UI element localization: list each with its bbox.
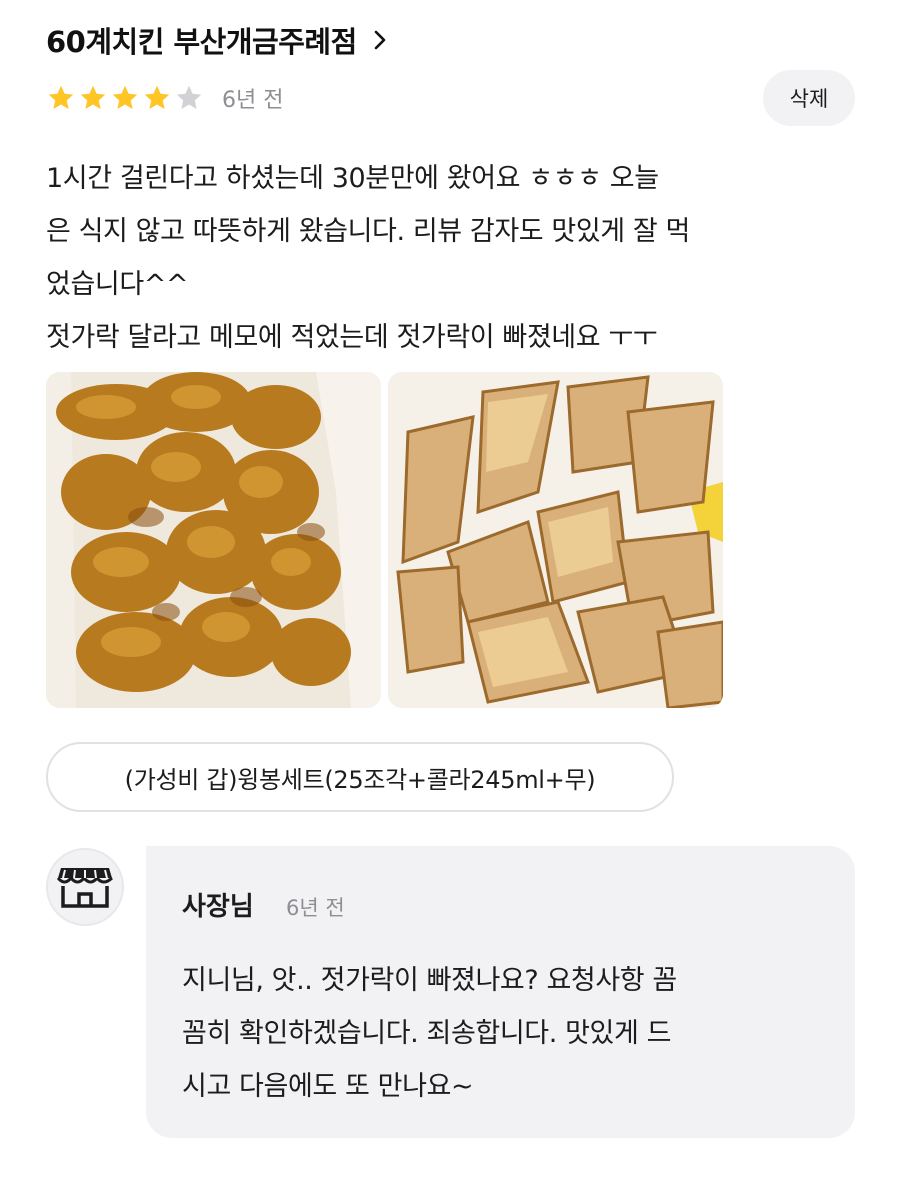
fried-chicken-photo[interactable] xyxy=(46,372,381,708)
owner-avatar xyxy=(46,848,124,926)
chevron-right-icon xyxy=(374,30,386,50)
storefront-icon xyxy=(57,868,113,908)
menu-item-chip[interactable]: (가성비 갑)윙봉세트(25조각+콜라245ml+무) xyxy=(46,742,674,812)
potato-wedges-photo[interactable] xyxy=(388,372,723,708)
review-text-line: 은 식지 않고 따뜻하게 왔습니다. 리뷰 감자도 맛있게 잘 먹 xyxy=(46,216,690,247)
review-text-line: 젓가락 달라고 메모에 적었는데 젓가락이 빠졌네요 ㅜㅜ xyxy=(46,322,658,353)
star-filled-icon xyxy=(80,85,106,109)
owner-reply-line: 시고 다음에도 또 만나요~ xyxy=(182,1071,474,1102)
review-text-line: 었습니다^^ xyxy=(46,269,189,300)
review-text-line: 1시간 걸린다고 하셨는데 30분만에 왔어요 ㅎㅎㅎ 오늘 xyxy=(46,163,659,194)
star-filled-icon xyxy=(112,85,138,109)
rating-row: 6년 전 xyxy=(46,80,283,116)
owner-reply-bubble: 사장님 6년 전 지니님, 앗.. 젓가락이 빠졌나요? 요청사항 꼼꼼히 확인… xyxy=(146,846,855,1138)
delete-button[interactable]: 삭제 xyxy=(763,70,855,126)
star-filled-icon xyxy=(48,85,74,109)
store-name: 60계치킨 부산개금주례점 xyxy=(46,25,357,59)
owner-reply-line: 지니님, 앗.. 젓가락이 빠졌나요? 요청사항 꼼 xyxy=(182,965,677,996)
review-text: 1시간 걸린다고 하셨는데 30분만에 왔어요 ㅎㅎㅎ 오늘은 식지 않고 따뜻… xyxy=(46,152,861,364)
star-filled-icon xyxy=(144,85,170,109)
owner-name: 사장님 xyxy=(182,892,254,922)
star-empty-icon xyxy=(176,85,202,109)
owner-reply-time: 6년 전 xyxy=(286,896,345,920)
star-rating xyxy=(46,83,204,113)
review-time: 6년 전 xyxy=(222,88,284,113)
owner-reply-line: 꼼히 확인하겠습니다. 죄송합니다. 맛있게 드 xyxy=(182,1018,672,1049)
store-name-link[interactable]: 60계치킨 부산개금주례점 xyxy=(46,18,389,62)
owner-reply-text: 지니님, 앗.. 젓가락이 빠졌나요? 요청사항 꼼꼼히 확인하겠습니다. 죄송… xyxy=(182,954,822,1113)
